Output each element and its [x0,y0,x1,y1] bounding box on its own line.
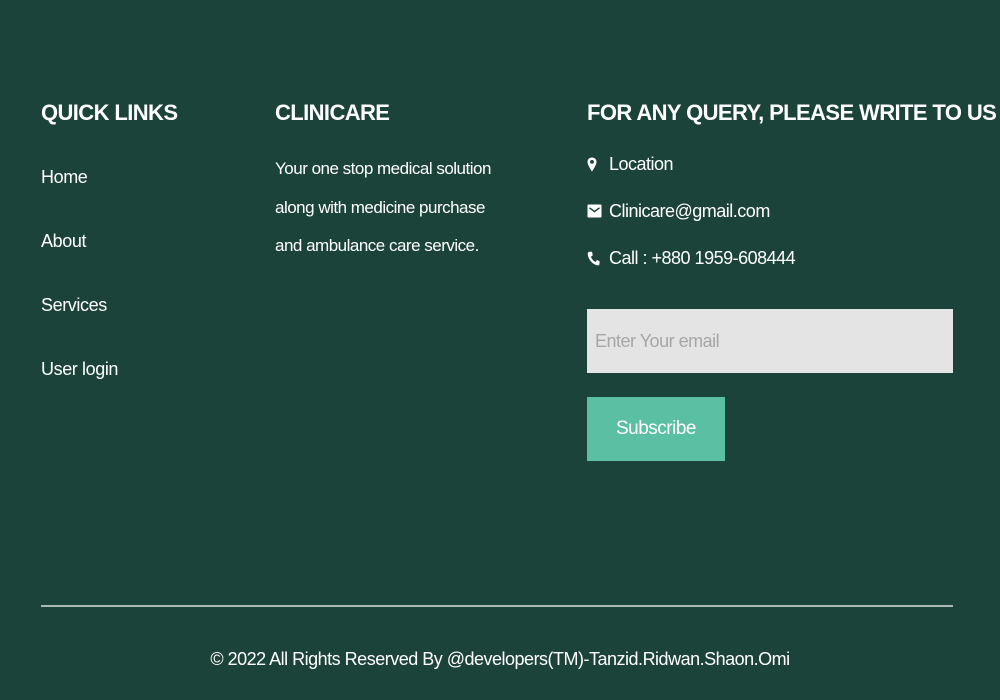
phone-icon [587,249,605,267]
map-pin-icon [587,155,605,173]
contact-section: FOR ANY QUERY, PLEASE WRITE TO US Locati… [587,98,997,461]
contact-location-text: Location [609,153,674,174]
quick-link-home[interactable]: Home [41,165,88,189]
contact-phone: Call : +880 1959-608444 [587,246,796,270]
contact-phone-text[interactable]: Call : +880 1959-608444 [609,248,796,269]
subscribe-button[interactable]: Subscribe [587,397,725,461]
about-section: CLINICARE Your one stop medical solution… [275,98,515,255]
brand-description: Your one stop medical solution along wit… [275,159,491,255]
contact-email-text[interactable]: Clinicare@gmail.com [609,201,770,222]
quick-links-title: QUICK LINKS [41,100,178,125]
envelope-icon [587,202,605,220]
quick-link-services[interactable]: Services [41,293,107,317]
quick-link-user-login[interactable]: User login [41,357,118,381]
subscribe-email-input[interactable] [587,309,953,373]
brand-title: CLINICARE [275,100,390,125]
copyright-text: © 2022 All Rights Reserved By @developer… [210,649,790,669]
quick-links-section: QUICK LINKS Home About Services User log… [41,98,241,379]
site-footer: QUICK LINKS Home About Services User log… [0,0,1000,700]
contact-location: Location [587,152,674,176]
quick-link-about[interactable]: About [41,229,86,253]
contact-email: Clinicare@gmail.com [587,199,770,223]
contact-title: FOR ANY QUERY, PLEASE WRITE TO US [587,100,997,125]
footer-divider [41,605,953,607]
